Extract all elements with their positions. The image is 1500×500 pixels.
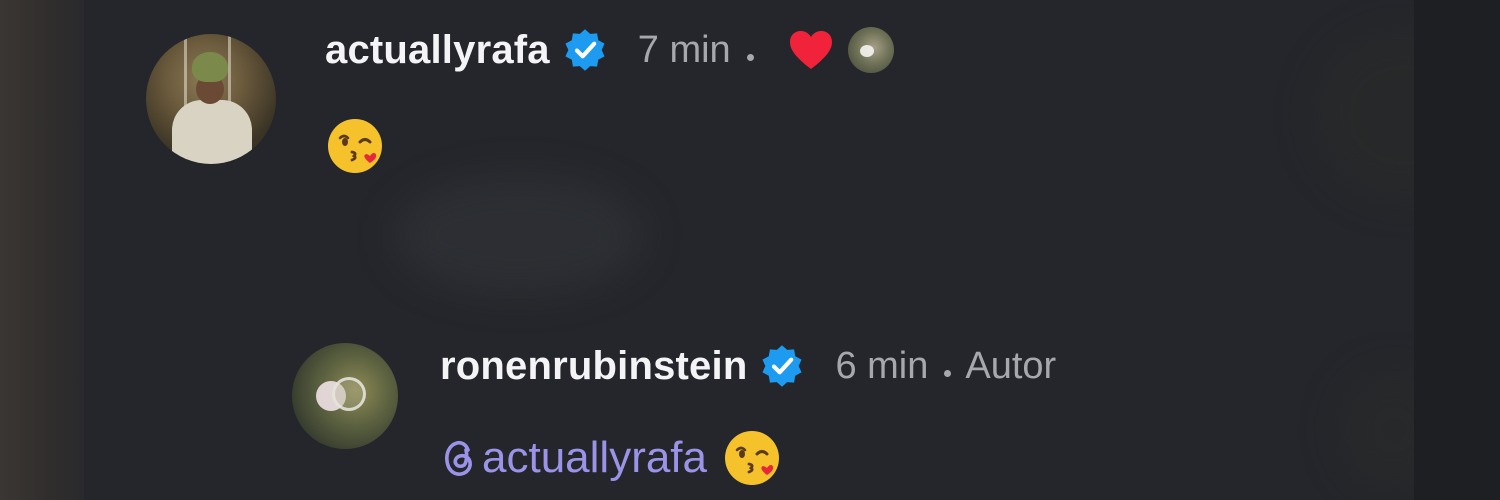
timestamp: 7 min (637, 28, 731, 71)
separator-dot (944, 369, 952, 377)
verified-badge-icon (762, 345, 803, 387)
avatar[interactable] (146, 34, 276, 164)
right-edge (1414, 0, 1500, 500)
timestamp: 6 min (835, 344, 929, 387)
kissing-heart-emoji (723, 429, 781, 487)
heart-icon[interactable] (788, 29, 834, 71)
avatar[interactable] (292, 343, 398, 449)
author-like-avatar (847, 27, 894, 73)
comment-header: actuallyrafa 7 min (325, 22, 894, 78)
comment-text: actuallyrafa (440, 428, 781, 488)
username[interactable]: actuallyrafa (325, 28, 550, 73)
kissing-heart-emoji (326, 117, 384, 175)
comment-header: ronenrubinstein 6 min Autor (440, 338, 1056, 394)
verified-badge-icon (565, 29, 605, 71)
username[interactable]: ronenrubinstein (440, 344, 747, 389)
mention-link[interactable]: actuallyrafa (482, 433, 707, 483)
author-badge: Autor (965, 344, 1057, 387)
threads-icon (445, 440, 472, 476)
separator-dot (746, 53, 754, 61)
left-edge (0, 0, 84, 500)
